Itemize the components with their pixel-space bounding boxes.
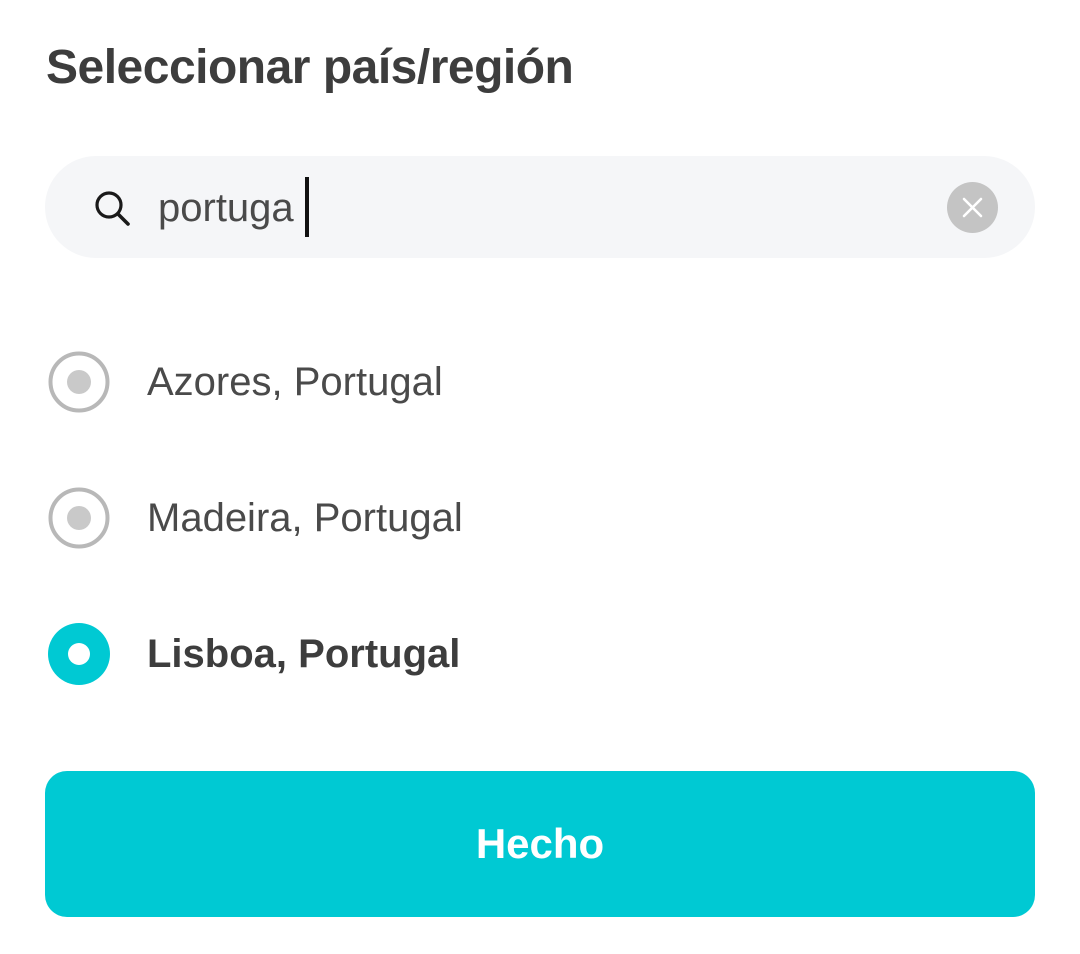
option-azores[interactable]: Azores, Portugal — [46, 347, 1026, 417]
page-title: Seleccionar país/región — [46, 41, 574, 94]
done-button[interactable]: Hecho — [45, 771, 1035, 917]
country-region-picker: Seleccionar país/región Azores, Portugal — [0, 0, 1080, 954]
option-label: Lisboa, Portugal — [147, 632, 461, 676]
search-input[interactable] — [158, 178, 918, 238]
text-cursor — [305, 177, 309, 237]
radio-checked-icon[interactable] — [48, 623, 110, 685]
option-label: Madeira, Portugal — [147, 496, 463, 540]
radio-unchecked-icon[interactable] — [48, 351, 110, 413]
option-lisboa[interactable]: Lisboa, Portugal — [46, 619, 1026, 689]
search-icon — [92, 188, 132, 228]
clear-search-button[interactable] — [947, 182, 998, 233]
option-label: Azores, Portugal — [147, 360, 443, 404]
close-icon — [962, 197, 983, 218]
radio-unchecked-icon[interactable] — [48, 487, 110, 549]
option-madeira[interactable]: Madeira, Portugal — [46, 483, 1026, 553]
